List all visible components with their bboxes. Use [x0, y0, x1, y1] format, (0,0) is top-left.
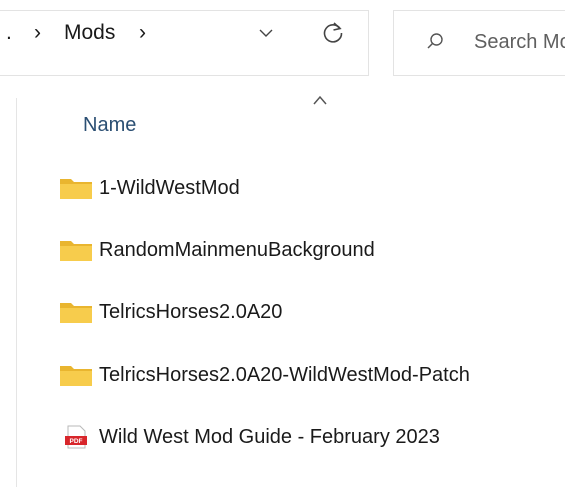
address-bar[interactable] [0, 10, 369, 76]
file-name: 1-WildWestMod [99, 176, 240, 199]
list-item[interactable]: TelricsHorses2.0A20-WildWestMod-Patch [52, 351, 562, 399]
column-header-name[interactable]: Name [83, 113, 136, 137]
file-name: TelricsHorses2.0A20 [99, 300, 283, 323]
file-name: RandomMainmenuBackground [99, 238, 375, 261]
list-item[interactable]: 1-WildWestMod [52, 164, 562, 212]
breadcrumb-separator[interactable]: › [34, 21, 41, 45]
svg-text:PDF: PDF [70, 438, 83, 445]
folder-icon [60, 366, 92, 386]
list-item[interactable]: PDF Wild West Mod Guide - February 2023 [52, 413, 562, 461]
search-icon [427, 33, 443, 49]
navigation-pane-divider [16, 98, 17, 487]
breadcrumb-current-folder[interactable]: Mods [64, 21, 115, 45]
refresh-icon[interactable] [320, 20, 346, 46]
pdf-file-icon: PDF [65, 425, 87, 449]
file-name: TelricsHorses2.0A20-WildWestMod-Patch [99, 363, 470, 386]
file-name: Wild West Mod Guide - February 2023 [99, 425, 440, 448]
folder-icon [60, 241, 92, 261]
list-item[interactable]: TelricsHorses2.0A20 [52, 288, 562, 336]
breadcrumb-separator-trailing[interactable]: › [139, 21, 146, 45]
folder-icon [60, 179, 92, 199]
sort-ascending-icon[interactable] [311, 94, 329, 106]
search-input[interactable]: Search Mods [474, 30, 565, 54]
chevron-down-icon[interactable] [257, 24, 275, 42]
folder-icon [60, 303, 92, 323]
breadcrumb-overflow[interactable]: . [6, 21, 12, 45]
list-item[interactable]: RandomMainmenuBackground [52, 226, 562, 274]
